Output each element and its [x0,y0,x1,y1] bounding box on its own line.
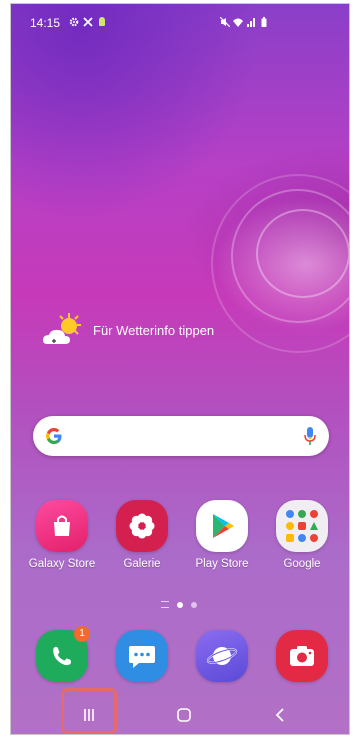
navigation-bar [11,688,349,734]
back-button[interactable] [257,694,303,734]
recents-button[interactable] [66,694,112,734]
app-label: Galerie [123,558,161,570]
page-indicator[interactable] [161,601,197,608]
home-icon [177,708,191,722]
phone-screen: 14:15 Für Wetterinfo tippen Galaxy Store… [10,3,350,735]
app-label: Google [283,558,321,570]
dock-messages[interactable] [116,630,168,682]
status-bar: 14:15 [11,4,349,30]
weather-label: Für Wetterinfo tippen [93,322,215,338]
notification-badge: 1 [74,626,90,642]
weather-widget[interactable]: Für Wetterinfo tippen [41,310,214,350]
wallpaper-swirl [256,209,349,298]
dock-internet[interactable] [196,630,248,682]
gear-icon [69,17,79,27]
app-label: Galaxy Store [28,558,96,570]
camera-icon [276,630,328,682]
play-triangle-icon [196,500,248,552]
home-button[interactable] [161,694,207,734]
call-signal-icon [247,18,255,27]
google-search-bar[interactable] [33,416,329,456]
wifi-icon [233,18,243,27]
mute-icon [220,17,230,27]
status-time: 14:15 [30,16,61,30]
microphone-icon[interactable] [303,426,317,446]
planet-icon [196,630,248,682]
app-play-store[interactable]: Play Store [182,500,262,570]
dock-phone[interactable]: 1 [36,626,90,682]
page-dot-active [177,601,183,608]
app-galaxy-store[interactable]: Galaxy Store [22,500,102,570]
recents-icon [84,709,94,721]
message-icon [116,630,168,682]
app-label: Play Store [195,558,249,570]
app-galerie[interactable]: Galerie [102,500,182,570]
google-g-icon [46,428,62,444]
sun-cloud-icon [43,313,81,344]
android-icon [99,17,105,26]
shopping-bag-icon [36,500,88,552]
flower-icon [116,500,168,552]
dock-camera[interactable] [276,630,328,682]
tools-icon [83,17,93,27]
battery-icon [261,17,267,27]
back-icon [275,708,284,722]
page-dot [191,601,197,608]
google-folder-icon [276,500,328,552]
home-page-menu-icon [161,601,169,608]
app-google-folder[interactable]: Google [262,500,342,570]
